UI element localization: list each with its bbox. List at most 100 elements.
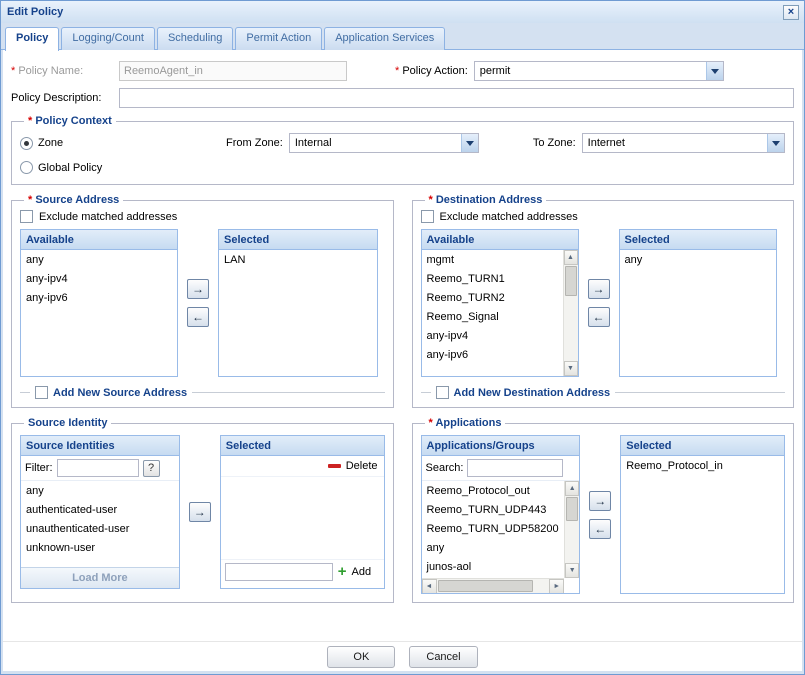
tab-permit-action-label: Permit Action — [246, 32, 311, 44]
move-left-button[interactable]: ← — [588, 307, 610, 327]
to-zone-select[interactable]: Internet — [582, 133, 785, 153]
help-icon[interactable]: ? — [143, 460, 160, 477]
add-new-destination-label: Add New Destination Address — [454, 387, 611, 399]
list-item[interactable]: any-ipv4 — [21, 269, 177, 288]
scroll-down-icon[interactable]: ▼ — [565, 563, 579, 578]
applications-selected-panel: Selected Reemo_Protocol_in — [620, 435, 785, 594]
list-item[interactable]: Reemo_TURN_UDP58200 — [422, 519, 565, 538]
ok-button[interactable]: OK — [327, 646, 395, 668]
list-item[interactable]: any-ipv6 — [21, 288, 177, 307]
scroll-down-icon[interactable]: ▼ — [564, 361, 578, 376]
scrollbar-thumb[interactable] — [566, 497, 578, 521]
destination-address-legend: * Destination Address — [425, 194, 547, 206]
policy-name-field[interactable] — [119, 61, 347, 81]
list-item[interactable]: any — [422, 538, 565, 557]
applications-selected-list: Reemo_Protocol_in — [621, 456, 784, 592]
scrollbar-thumb[interactable] — [438, 580, 533, 592]
list-item[interactable]: junos-aol — [422, 557, 565, 576]
scroll-up-icon[interactable]: ▲ — [564, 250, 578, 265]
scrollbar-track[interactable] — [565, 522, 579, 563]
delete-button[interactable]: Delete — [346, 460, 378, 472]
list-item[interactable]: authenticated-user — [21, 500, 179, 519]
scroll-up-icon[interactable]: ▲ — [565, 481, 579, 496]
policy-name-label: * Policy Name: — [11, 65, 113, 77]
zone-radio-label: Zone — [38, 137, 63, 149]
source-exclude-checkbox[interactable] — [20, 210, 33, 223]
load-more-button[interactable]: Load More — [21, 567, 179, 588]
to-zone-label: To Zone: — [533, 137, 576, 149]
add-new-destination-checkbox[interactable] — [436, 386, 449, 399]
tab-application-services[interactable]: Application Services — [324, 27, 445, 50]
policy-action-select[interactable]: permit — [474, 61, 724, 81]
destination-exclude-checkbox[interactable] — [421, 210, 434, 223]
list-item[interactable]: unknown-user — [21, 538, 179, 557]
list-item[interactable]: any — [620, 250, 776, 269]
tab-permit-action[interactable]: Permit Action — [235, 27, 322, 50]
move-right-button[interactable]: → — [588, 279, 610, 299]
add-button[interactable]: Add — [352, 566, 372, 578]
list-item[interactable]: unauthenticated-user — [21, 519, 179, 538]
dropdown-arrow-icon[interactable] — [461, 134, 478, 152]
list-item[interactable]: Reemo_Protocol_in — [621, 456, 784, 475]
caret-icon — [772, 141, 780, 146]
move-right-button[interactable]: → — [589, 491, 611, 511]
destination-available-items: mgmt Reemo_TURN1 Reemo_TURN2 Reemo_Signa… — [422, 250, 563, 364]
list-item[interactable]: Reemo_Signal — [422, 307, 563, 326]
scroll-left-icon[interactable]: ◄ — [422, 579, 437, 593]
add-plus-icon: + — [338, 565, 347, 579]
source-available-panel: Available any any-ipv4 any-ipv6 — [20, 229, 178, 377]
add-new-source-checkbox[interactable] — [35, 386, 48, 399]
identity-delete-toolbar: Delete — [221, 456, 384, 477]
list-item[interactable]: LAN — [219, 250, 377, 269]
dialog-footer: OK Cancel — [3, 641, 802, 671]
scrollbar-track[interactable] — [534, 579, 550, 593]
tab-logging-count[interactable]: Logging/Count — [61, 27, 155, 50]
move-left-button[interactable]: ← — [187, 307, 209, 327]
zone-radio[interactable] — [20, 137, 33, 150]
applications-search-row: Search: — [422, 456, 580, 481]
list-item[interactable]: any-ipv6 — [422, 345, 563, 364]
identity-add-row: + Add — [221, 559, 384, 584]
destination-selected-list: any — [620, 250, 776, 376]
list-item[interactable]: mgmt — [422, 250, 563, 269]
from-zone-select[interactable]: Internal — [289, 133, 479, 153]
policy-action-value: permit — [475, 62, 706, 80]
dialog-titlebar: Edit Policy × — [1, 1, 804, 23]
list-item[interactable]: any-ipv4 — [422, 326, 563, 345]
global-policy-radio[interactable] — [20, 161, 33, 174]
list-item[interactable]: Reemo_TURN1 — [422, 269, 563, 288]
list-item[interactable]: any — [21, 481, 179, 500]
tab-policy[interactable]: Policy — [5, 27, 59, 51]
identity-add-input[interactable] — [225, 563, 333, 581]
destination-selected-panel: Selected any — [619, 229, 777, 377]
move-right-button[interactable]: → — [187, 279, 209, 299]
cancel-button[interactable]: Cancel — [409, 646, 477, 668]
applications-search-input[interactable] — [467, 459, 563, 477]
tab-scheduling[interactable]: Scheduling — [157, 27, 233, 50]
list-item[interactable]: any — [21, 250, 177, 269]
divider — [20, 392, 30, 393]
scrollbar-thumb[interactable] — [565, 266, 577, 296]
move-left-button[interactable]: ← — [589, 519, 611, 539]
scroll-right-icon[interactable]: ► — [549, 579, 564, 593]
dropdown-arrow-icon[interactable] — [767, 134, 784, 152]
policy-context-legend: * Policy Context — [24, 115, 116, 127]
vertical-scrollbar[interactable]: ▲ ▼ — [564, 481, 579, 578]
tab-policy-label: Policy — [16, 32, 48, 44]
scrollbar-track[interactable] — [564, 297, 578, 361]
destination-transfer-buttons: → ← — [587, 229, 611, 377]
horizontal-scrollbar[interactable]: ◄ ► — [422, 578, 565, 593]
identity-filter-input[interactable] — [57, 459, 139, 477]
dropdown-arrow-icon[interactable] — [706, 62, 723, 80]
policy-description-field[interactable] — [119, 88, 794, 108]
list-item[interactable]: Reemo_TURN_UDP443 — [422, 500, 565, 519]
list-item[interactable]: Reemo_TURN2 — [422, 288, 563, 307]
caret-icon — [711, 69, 719, 74]
close-icon[interactable]: × — [783, 5, 799, 20]
divider — [421, 392, 431, 393]
vertical-scrollbar[interactable]: ▲ ▼ — [563, 250, 578, 376]
move-right-button[interactable]: → — [189, 502, 211, 522]
source-selected-list: LAN — [219, 250, 377, 376]
list-item[interactable]: Reemo_Protocol_out — [422, 481, 565, 500]
tab-strip: Policy Logging/Count Scheduling Permit A… — [1, 23, 804, 50]
